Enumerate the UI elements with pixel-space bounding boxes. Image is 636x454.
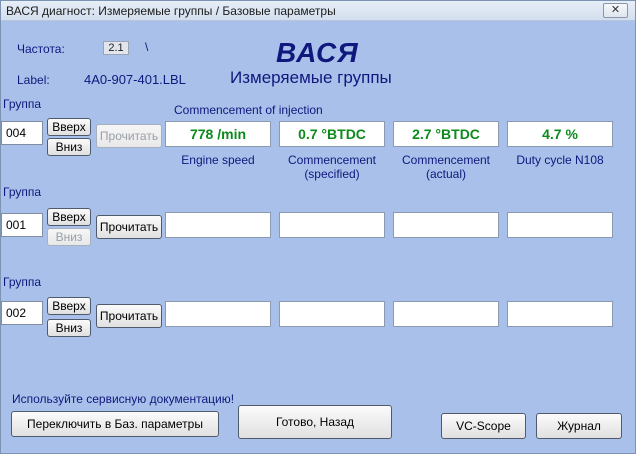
value-field (165, 301, 271, 327)
group-up-button[interactable]: Вверх (47, 208, 91, 226)
group-header-text: Commencement of injection (174, 103, 323, 117)
journal-button[interactable]: Журнал (536, 413, 622, 439)
group-number-input[interactable]: 004 (1, 121, 43, 145)
value-field (279, 301, 385, 327)
frequency-label: Частота: (17, 42, 65, 56)
close-icon: ✕ (610, 4, 621, 16)
value-field: 778 /min (165, 121, 271, 147)
value-field (393, 212, 499, 238)
group-down-button[interactable]: Вниз (47, 228, 91, 246)
group-label: Группа (3, 97, 42, 111)
value-field (279, 212, 385, 238)
app-name: ВАСЯ (276, 37, 359, 68)
label-filename: 4A0-907-401.LBL (84, 72, 186, 87)
read-button[interactable]: Прочитать (96, 215, 162, 239)
window-title: ВАСЯ диагност: Измеряемые группы / Базов… (6, 4, 336, 18)
group-number-input[interactable]: 002 (1, 301, 43, 325)
value-field: 0.7 °BTDC (279, 121, 385, 147)
title-bar[interactable]: ВАСЯ диагност: Измеряемые группы / Базов… (1, 1, 635, 21)
value-caption: Commencement (actual) (401, 153, 491, 181)
frequency-value: 2.1 (103, 41, 129, 55)
read-button[interactable]: Прочитать (96, 124, 162, 148)
value-field (507, 212, 613, 238)
group-number-input[interactable]: 001 (1, 213, 43, 237)
value-field (165, 212, 271, 238)
frequency-separator: \ (145, 40, 149, 54)
value-field: 4.7 % (507, 121, 613, 147)
value-caption: Engine speed (181, 153, 255, 167)
app-subtitle: Измеряемые группы (230, 68, 392, 87)
value-field: 2.7 °BTDC (393, 121, 499, 147)
value-field (393, 301, 499, 327)
group-label: Группа (3, 185, 42, 199)
read-button[interactable]: Прочитать (96, 304, 162, 328)
group-up-button[interactable]: Вверх (47, 297, 91, 315)
value-caption: Duty cycle N108 (516, 153, 604, 167)
group-up-button[interactable]: Вверх (47, 118, 91, 136)
close-button[interactable]: ✕ (603, 3, 628, 18)
group-label: Группа (3, 275, 42, 289)
main-window: ВАСЯ диагност: Измеряемые группы / Базов… (0, 0, 636, 454)
service-doc-hint: Используйте сервисную документацию! (12, 392, 235, 406)
label-caption: Label: (17, 73, 50, 87)
group-down-button[interactable]: Вниз (47, 138, 91, 156)
value-field (507, 301, 613, 327)
done-back-button[interactable]: Готово, Назад (238, 405, 392, 439)
group-down-button[interactable]: Вниз (47, 319, 91, 337)
vc-scope-button[interactable]: VC-Scope (441, 413, 526, 439)
switch-basic-params-button[interactable]: Переключить в Баз. параметры (11, 411, 219, 437)
value-caption: Commencement (specified) (287, 153, 377, 181)
